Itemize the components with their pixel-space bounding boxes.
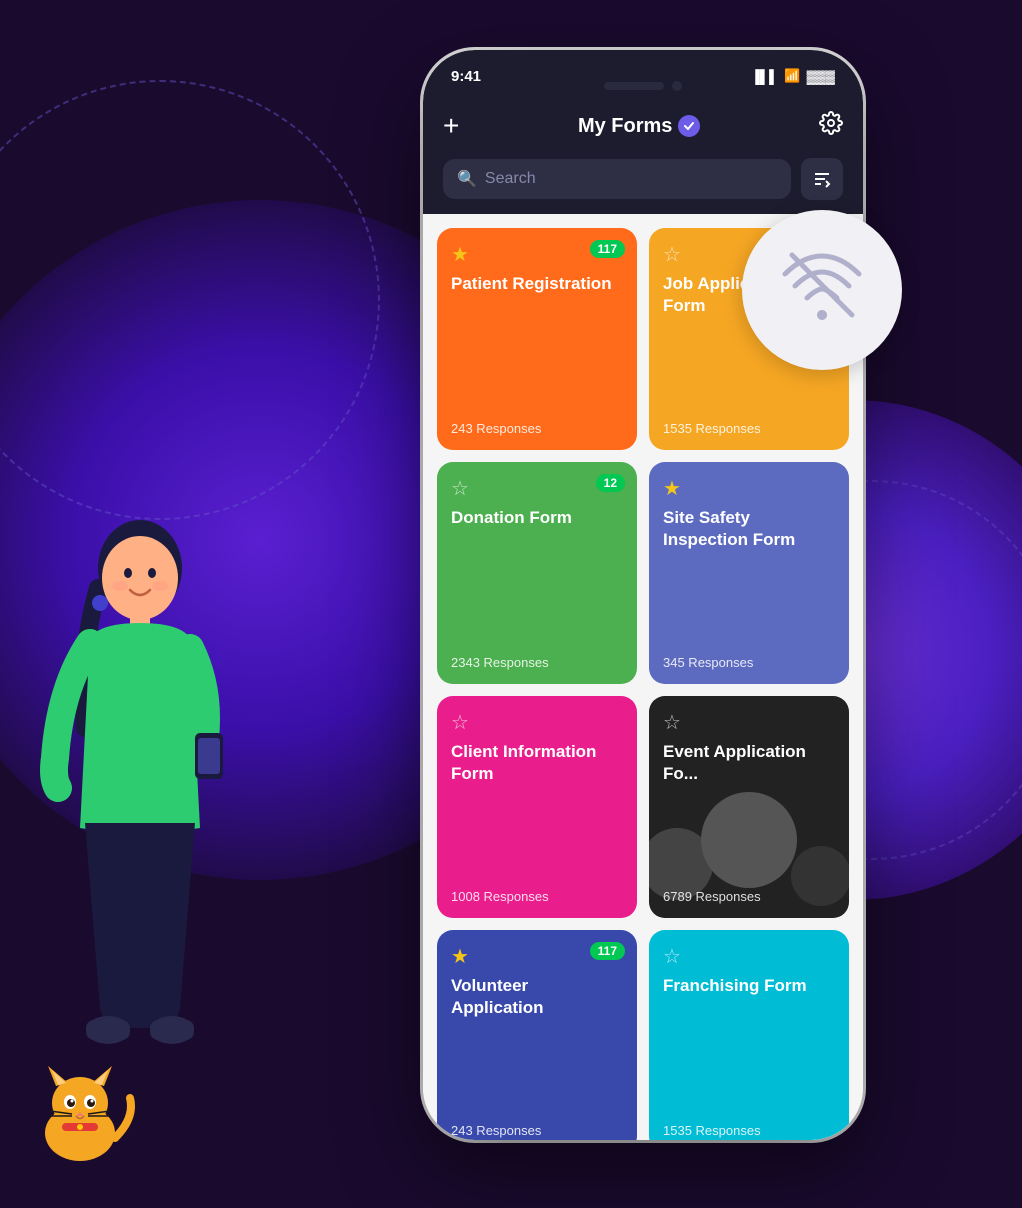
search-icon: 🔍 [457, 169, 477, 189]
form-card-site-safety[interactable]: ★ Site Safety Inspection Form 345 Respon… [649, 462, 849, 684]
signal-icon: ▐▌▌ [751, 69, 779, 84]
card-title-client-info: Client Information Form [451, 741, 623, 881]
sort-button[interactable] [801, 158, 843, 200]
star-event: ☆ [663, 710, 835, 735]
star-client-info: ☆ [451, 710, 623, 735]
verified-badge [678, 115, 700, 137]
badge-patient: 117 [590, 240, 625, 258]
badge-volunteer: 117 [590, 942, 625, 960]
card-title-event: Event Application Fo... [663, 741, 835, 881]
wifi-off-icon [777, 240, 867, 341]
card-title-franchising: Franchising Form [663, 975, 835, 1115]
status-icons: ▐▌▌ 📶 ▓▓▓ [751, 68, 835, 84]
card-title-volunteer: Volunteer Application [451, 975, 623, 1115]
card-responses-donation: 2343 Responses [451, 655, 623, 670]
app-header: + My Forms [423, 102, 863, 158]
settings-button[interactable] [819, 111, 843, 141]
form-card-client-info[interactable]: ☆ Client Information Form 1008 Responses [437, 696, 637, 918]
form-card-franchising[interactable]: ☆ Franchising Form 1535 Responses [649, 930, 849, 1140]
card-responses-event: 6789 Responses [663, 889, 835, 904]
card-responses-site-safety: 345 Responses [663, 655, 835, 670]
phone-notch [578, 72, 708, 100]
header-title: My Forms [578, 115, 700, 138]
battery-icon: ▓▓▓ [807, 69, 835, 84]
star-franchising: ☆ [663, 944, 835, 969]
person-illustration [0, 448, 280, 1148]
form-card-donation[interactable]: 12 ☆ Donation Form 2343 Responses [437, 462, 637, 684]
cat-illustration [20, 1048, 140, 1168]
card-title-site-safety: Site Safety Inspection Form [663, 507, 835, 647]
add-button[interactable]: + [443, 110, 459, 142]
card-responses-job: 1535 Responses [663, 421, 835, 436]
card-title-donation: Donation Form [451, 507, 623, 647]
card-responses-franchising: 1535 Responses [663, 1123, 835, 1138]
form-card-patient-registration[interactable]: 117 ★ Patient Registration 243 Responses [437, 228, 637, 450]
card-responses-client-info: 1008 Responses [451, 889, 623, 904]
card-responses-patient: 243 Responses [451, 421, 623, 436]
card-title-patient: Patient Registration [451, 273, 623, 413]
wifi-icon: 📶 [784, 68, 800, 84]
search-input-wrapper[interactable]: 🔍 Search [443, 159, 791, 199]
form-card-event-application[interactable]: ☆ Event Application Fo... 6789 Responses [649, 696, 849, 918]
card-responses-volunteer: 243 Responses [451, 1123, 623, 1138]
search-input[interactable]: Search [485, 170, 536, 188]
star-site-safety: ★ [663, 476, 835, 501]
wifi-off-circle [742, 210, 902, 370]
search-bar: 🔍 Search [423, 158, 863, 214]
form-card-volunteer[interactable]: 117 ★ Volunteer Application 243 Response… [437, 930, 637, 1140]
status-time: 9:41 [451, 68, 481, 85]
badge-donation: 12 [596, 474, 625, 492]
